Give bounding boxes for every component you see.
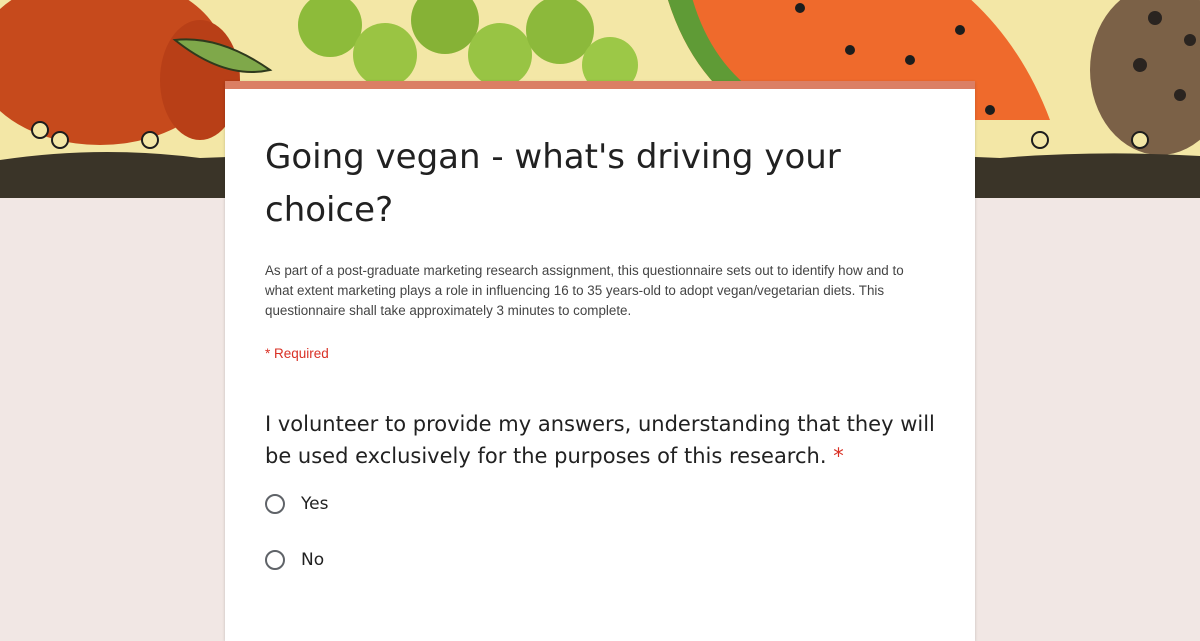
form-title: Going vegan - what's driving your choice… (265, 137, 841, 230)
form-accent-bar (225, 81, 975, 89)
radio-no[interactable] (265, 550, 285, 570)
option-no[interactable]: No (265, 550, 324, 570)
option-yes[interactable]: Yes (265, 494, 328, 514)
required-marker: * (833, 444, 844, 468)
option-no-label: No (301, 550, 325, 570)
form-card: Going vegan - what's driving your choice… (225, 81, 975, 641)
option-yes-label: Yes (301, 494, 329, 514)
required-note: * Required (265, 346, 329, 361)
radio-yes[interactable] (265, 494, 285, 514)
question-title: I volunteer to provide my answers, under… (265, 408, 935, 472)
form-description: As part of a post-graduate marketing res… (265, 263, 904, 318)
